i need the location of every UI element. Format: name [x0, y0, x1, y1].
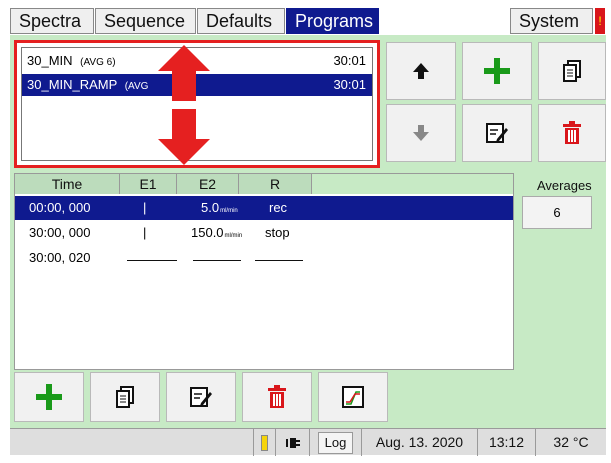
edit-step-button[interactable] — [166, 372, 236, 422]
edit-icon — [190, 387, 212, 407]
program-avg: (AVG 6) — [80, 57, 116, 68]
edit-icon — [486, 123, 508, 143]
move-down-button[interactable] — [386, 104, 456, 162]
empty-line — [193, 260, 241, 261]
edit-program-button[interactable] — [462, 104, 532, 162]
cell-time: 00:00, 000 — [29, 200, 91, 215]
battery-icon — [261, 435, 268, 452]
double-arrow-icon — [158, 45, 210, 165]
copy-icon — [563, 60, 581, 82]
table-row[interactable]: 30:00, 020 — [15, 246, 513, 270]
cell-e1: | — [143, 225, 147, 240]
status-bar: Log Aug. 13. 2020 13:12 32 °C — [10, 428, 606, 456]
plus-icon — [36, 384, 62, 410]
cell-r: rec — [269, 200, 288, 215]
copy-step-button[interactable] — [90, 372, 160, 422]
program-duration: 30:01 — [333, 77, 366, 92]
date-display: Aug. 13. 2020 — [361, 429, 477, 456]
trash-icon — [268, 385, 286, 408]
cell-e2: 150.0ml/min — [191, 221, 242, 245]
cell-time: 30:00, 000 — [29, 225, 91, 240]
tab-sequence[interactable]: Sequence — [95, 8, 196, 34]
program-avg: (AVG — [124, 81, 149, 92]
cell-e2: 5.0ml/min — [201, 196, 238, 220]
table-row[interactable]: 00:00, 000 | 5.0ml/min rec — [15, 196, 513, 220]
program-duration: 30:01 — [333, 53, 366, 68]
battery-indicator — [253, 429, 275, 456]
column-header-e2: E2 — [177, 174, 239, 194]
app-window: Spectra Sequence Defaults Programs Syste… — [0, 0, 611, 463]
empty-line — [255, 260, 303, 261]
tab-spectra[interactable]: Spectra — [10, 8, 94, 34]
copy-program-button[interactable] — [538, 42, 606, 100]
program-list-highlight: 30_MIN (AVG 6) 30:01 30_MIN_RAMP (AVG 30… — [14, 40, 380, 168]
program-name: 30_MIN — [27, 53, 73, 68]
ramp-chart-icon — [342, 386, 364, 408]
time-display: 13:12 — [477, 429, 535, 456]
averages-input[interactable]: 6 — [522, 196, 592, 229]
alert-indicator: ! — [595, 8, 605, 34]
delete-program-button[interactable] — [538, 104, 606, 162]
plus-icon — [484, 58, 510, 84]
empty-line — [127, 260, 177, 261]
arrow-up-icon — [413, 63, 429, 79]
log-label: Log — [317, 432, 354, 454]
power-indicator — [275, 429, 309, 456]
header-fill — [312, 174, 513, 194]
column-header-r: R — [239, 174, 312, 194]
trash-icon — [563, 121, 581, 144]
cell-time: 30:00, 020 — [29, 250, 91, 265]
tab-system[interactable]: System — [510, 8, 593, 34]
delete-step-button[interactable] — [242, 372, 312, 422]
copy-icon — [116, 386, 134, 408]
plug-icon — [285, 438, 300, 449]
tab-defaults[interactable]: Defaults — [197, 8, 285, 34]
unit-label: ml/min — [220, 208, 238, 214]
cell-e2-value: 150.0 — [191, 225, 224, 240]
program-name: 30_MIN_RAMP — [27, 77, 118, 92]
tab-programs[interactable]: Programs — [286, 8, 379, 34]
temperature-display: 32 °C — [535, 429, 606, 456]
cell-e2-value: 5.0 — [201, 200, 220, 215]
cell-r: stop — [265, 225, 290, 240]
column-header-e1: E1 — [120, 174, 177, 194]
cell-e1: | — [143, 200, 147, 215]
steps-table[interactable]: Time E1 E2 R 00:00, 000 | 5.0ml/min rec … — [14, 173, 514, 370]
column-header-time: Time — [15, 174, 120, 194]
log-button[interactable]: Log — [309, 429, 361, 456]
unit-label: ml/min — [224, 233, 243, 239]
table-row[interactable]: 30:00, 000 | 150.0ml/min stop — [15, 221, 513, 245]
arrow-down-icon — [413, 125, 429, 141]
move-up-button[interactable] — [386, 42, 456, 100]
ramp-graph-button[interactable] — [318, 372, 388, 422]
add-step-button[interactable] — [14, 372, 84, 422]
averages-label: Averages — [537, 178, 592, 193]
add-program-button[interactable] — [462, 42, 532, 100]
